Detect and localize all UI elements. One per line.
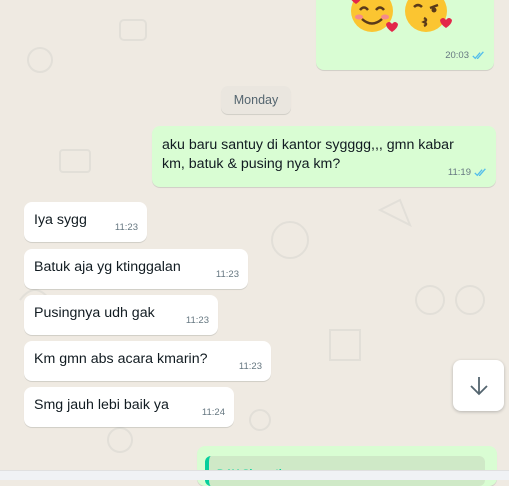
- message-text: Iya sygg: [34, 212, 87, 228]
- read-ticks-icon: [474, 168, 486, 177]
- message-time: 11:23: [238, 361, 262, 372]
- message-meta: 20:03: [445, 46, 485, 65]
- date-separator-label: Monday: [233, 93, 279, 107]
- message-time: 11:23: [185, 315, 209, 326]
- message-time: 11:23: [215, 269, 239, 280]
- message-meta: 11:23: [115, 218, 138, 237]
- message-bubble-incoming[interactable]: Iya sygg 11:23: [24, 202, 147, 242]
- message-bubble-outgoing[interactable]: DAY Simpati: [197, 446, 497, 486]
- face-blowing-kiss-icon: [405, 0, 452, 32]
- message-text: Smg jauh lebi baik ya: [34, 397, 169, 413]
- message-text-line: km, batuk & pusing nya km?: [162, 156, 341, 172]
- message-text-line: aku baru santuy di kantor sygggg,,, gmn …: [162, 137, 454, 153]
- message-time: 11:24: [201, 407, 225, 418]
- smiling-face-with-hearts-icon: [351, 0, 398, 32]
- message-time: 11:23: [114, 222, 138, 233]
- message-text: Km gmn abs acara kmarin?: [34, 351, 208, 367]
- message-time: 11:19: [447, 167, 471, 178]
- read-ticks-icon: [472, 51, 484, 60]
- message-bubble-outgoing[interactable]: 20:03: [316, 0, 494, 70]
- message-meta: 11:19: [448, 163, 487, 182]
- message-text: Pusingnya udh gak: [34, 305, 155, 321]
- message-text: aku baru santuy di kantor sygggg,,, gmn …: [162, 136, 454, 174]
- scroll-to-bottom-button[interactable]: [453, 360, 504, 411]
- message-bubble-incoming[interactable]: Km gmn abs acara kmarin? 11:23: [24, 341, 271, 381]
- message-bubble-outgoing[interactable]: aku baru santuy di kantor sygggg,,, gmn …: [152, 126, 496, 187]
- arrow-down-icon: [469, 376, 488, 395]
- message-text: Batuk aja yg ktinggalan: [34, 259, 181, 275]
- message-bubble-incoming[interactable]: Pusingnya udh gak 11:23: [24, 295, 218, 335]
- message-bubble-incoming[interactable]: Batuk aja yg ktinggalan 11:23: [24, 249, 248, 289]
- message-time: 20:03: [445, 50, 469, 61]
- message-meta: 11:23: [216, 265, 239, 284]
- message-meta: 11:24: [202, 403, 225, 422]
- message-meta: 11:23: [186, 311, 209, 330]
- date-separator: Monday: [221, 86, 291, 114]
- message-bubble-incoming[interactable]: Smg jauh lebi baik ya 11:24: [24, 387, 234, 427]
- message-meta: 11:23: [239, 357, 262, 376]
